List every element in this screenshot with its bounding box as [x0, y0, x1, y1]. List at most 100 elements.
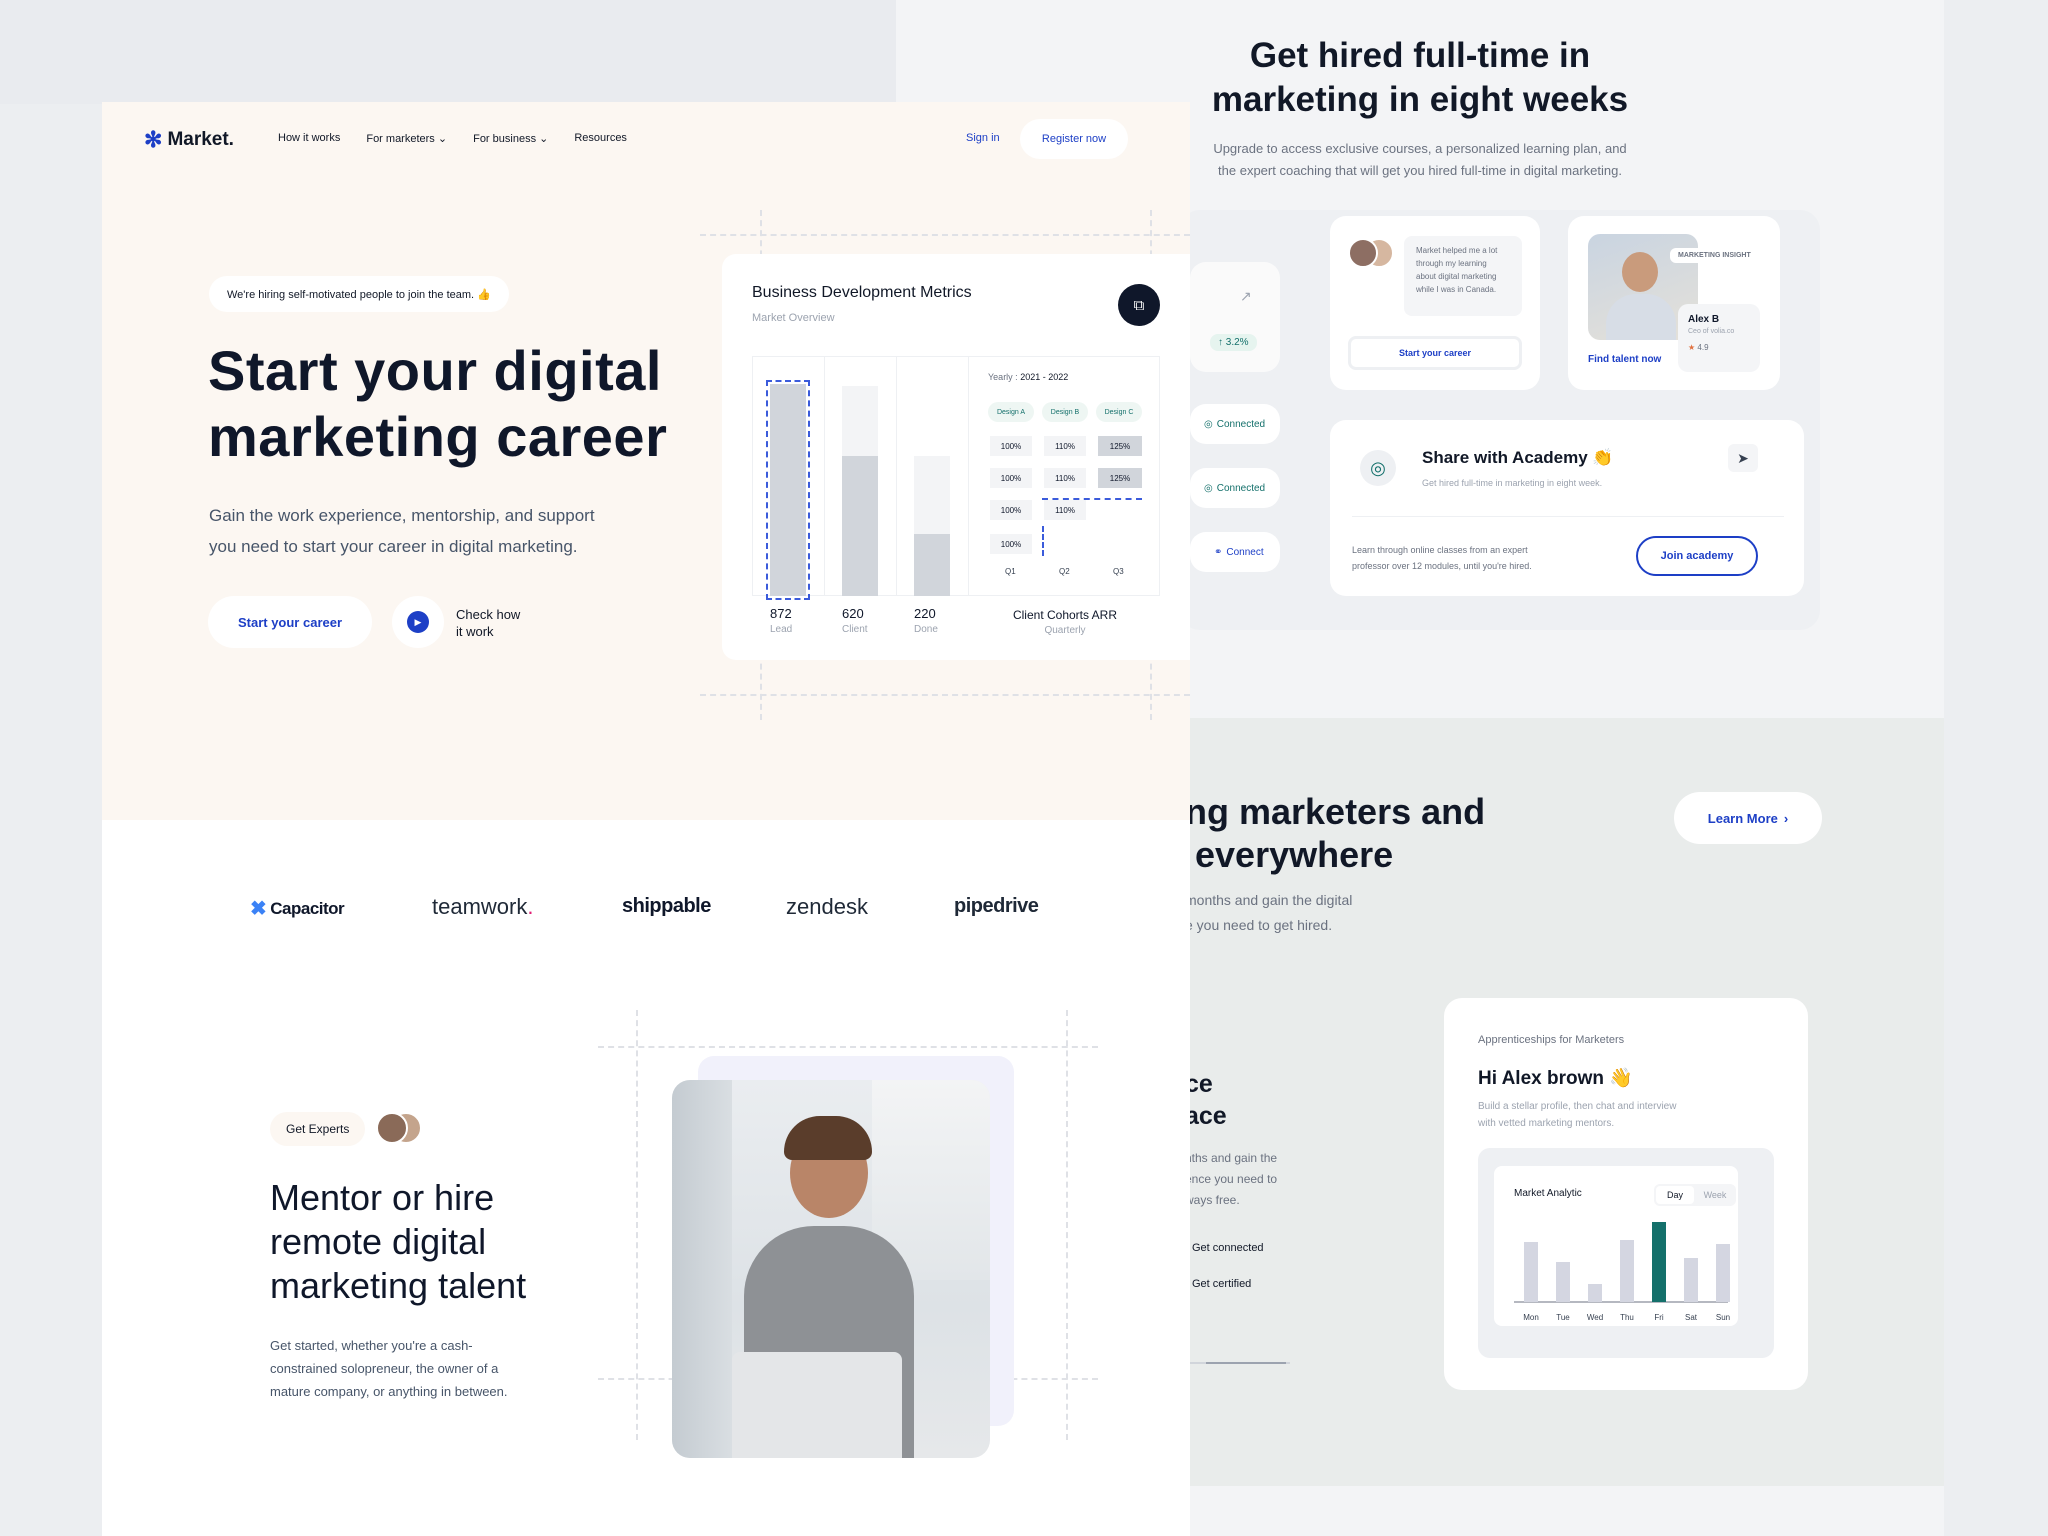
partial2-description: nths and gain the ence you need to ways … [1185, 1151, 1278, 1207]
growth-arrow-icon: ↗ [1240, 288, 1252, 304]
chart-tick-label: Thu [1620, 1313, 1634, 1322]
connect-row[interactable]: ⚭ Connect [1190, 532, 1280, 572]
mentor-description: Get started, whether you're a cash- cons… [270, 1338, 508, 1399]
growth-card [1190, 262, 1280, 372]
find-talent-link[interactable]: Find talent now [1588, 354, 1661, 365]
cohort-cell: 100% [990, 500, 1032, 520]
hero-title: Start your digital marketing career [208, 339, 668, 468]
link-icon: ⚭ [1214, 546, 1223, 558]
logo-capacitor: ✖ Capacitor [250, 898, 345, 920]
grid-line [1066, 1010, 1068, 1440]
grid-line [636, 1010, 638, 1440]
start-career-small-button[interactable]: Start your career [1348, 336, 1522, 370]
cohort-dashed-outline [1042, 526, 1096, 556]
logo-zendesk: zendesk [786, 894, 868, 919]
academy-divider [1352, 516, 1784, 517]
check-circle-icon: ◎ [1204, 482, 1213, 494]
chart-bar-thu [1620, 1240, 1634, 1302]
learn-more-button[interactable]: Learn More › [1674, 792, 1822, 844]
grid-line [700, 694, 1190, 696]
connected-row-1: ◎ Connected [1190, 404, 1280, 444]
nav-how-it-works[interactable]: How it works [278, 132, 340, 145]
sign-in-link[interactable]: Sign in [966, 132, 1000, 144]
metrics-frame-divider [896, 356, 897, 596]
cohort-cell: 100% [990, 468, 1032, 488]
metrics-frame-divider [824, 356, 825, 596]
quarter-q2: Q2 [1059, 567, 1070, 576]
hired-title: Get hired full-time in marketing in eigh… [1211, 36, 1629, 119]
lead-bar [766, 380, 810, 600]
hiring-badge: We're hiring self-motivated people to jo… [209, 276, 509, 312]
nav-resources[interactable]: Resources [574, 132, 627, 145]
hero-subtitle: Gain the work experience, mentorship, an… [209, 506, 595, 556]
nav-for-marketers[interactable]: For marketers ⌄ [366, 132, 447, 145]
chart-bar-wed [1588, 1284, 1602, 1302]
quarter-q1: Q1 [1005, 567, 1016, 576]
top-gray-band [0, 0, 900, 104]
join-academy-button[interactable]: Join academy [1636, 536, 1758, 576]
chart-tick-label: Sun [1716, 1313, 1730, 1322]
nav-for-business[interactable]: For business ⌄ [473, 132, 548, 145]
trend-chart-button[interactable]: ⧉ [1118, 284, 1160, 326]
year-label: Yearly : 2021 - 2022 [988, 372, 1069, 382]
tab-week[interactable]: Week [1696, 1186, 1734, 1204]
analytic-title: Market Analytic [1514, 1188, 1582, 1199]
marketing-insight-tag: MARKETING INSIGHT [1670, 248, 1759, 263]
chevron-right-icon: › [1783, 810, 1789, 826]
cohort-cell: 100% [990, 436, 1032, 456]
mentor-title: Mentor or hire remote digital marketing … [270, 1177, 527, 1306]
logo-teamwork: teamwork. [432, 894, 534, 919]
metrics-title: Business Development Metrics [752, 284, 972, 301]
apprentice-description: Build a stellar profile, then chat and i… [1478, 1101, 1677, 1129]
quarter-q3: Q3 [1113, 567, 1124, 576]
play-button[interactable]: ▶ [392, 596, 444, 648]
tab-day[interactable]: Day [1656, 1186, 1694, 1204]
main-nav: How it works For marketers ⌄ For busines… [278, 132, 627, 145]
star-icon: ★ [1688, 343, 1696, 352]
flower-logo-icon: ✻ [144, 127, 163, 152]
check-circle-icon: ◎ [1204, 418, 1213, 430]
chart-tick-label: Fri [1654, 1313, 1664, 1322]
section3-title: ng marketers and everywhere [1185, 791, 1486, 875]
capacitor-icon: ✖ [250, 898, 267, 920]
logo-shippable: shippable [622, 895, 711, 917]
metrics-frame-divider [968, 356, 969, 596]
academy-title: Share with Academy 👏 [1422, 448, 1614, 467]
stat-done: 220 Done [914, 606, 938, 635]
section3-description: months and gain the digital e you need t… [1185, 892, 1353, 933]
chart-tick-label: Tue [1556, 1313, 1570, 1322]
academy-description: Learn through online classes from an exp… [1352, 545, 1532, 571]
design-b-pill: Design B [1042, 402, 1088, 422]
profile-mini-card: Alex B Ceo of volia.co ★ 4.9 [1678, 304, 1760, 372]
cohort-label: Client Cohorts ARR Quarterly [1012, 608, 1118, 636]
avatar-group [1348, 238, 1396, 270]
progress-fill [1206, 1362, 1286, 1364]
chart-tick-label: Wed [1587, 1313, 1603, 1322]
avatar [376, 1112, 408, 1144]
apprentice-greeting: Hi Alex brown 👋 [1478, 1068, 1633, 1089]
apprentice-label: Apprenticeships for Marketers [1478, 1034, 1625, 1046]
profile-name: Alex B [1688, 314, 1720, 325]
chart-bar-fri [1652, 1222, 1666, 1302]
start-career-button[interactable]: Start your career [208, 596, 372, 648]
right-screen-footer [1190, 1486, 1944, 1536]
done-bar [914, 534, 950, 596]
chart-tick-label: Sat [1685, 1313, 1698, 1322]
logo[interactable]: ✻ Market. [144, 127, 234, 153]
stat-lead: 872 Lead [770, 606, 793, 635]
design-a-pill: Design A [988, 402, 1034, 422]
check-how-label[interactable]: Check how it work [456, 606, 520, 640]
grid-line [700, 234, 1190, 236]
chevron-down-icon: ⌄ [539, 133, 549, 145]
register-button[interactable]: Register now [1020, 119, 1128, 159]
market-analytic-chart: Mon Tue Wed Thu Fri Sat Sun [1514, 1222, 1730, 1322]
avatar [1348, 238, 1378, 268]
chart-bar-sun [1716, 1244, 1730, 1302]
send-icon[interactable]: ➤ [1728, 444, 1758, 472]
cohort-cell: 125% [1098, 436, 1142, 456]
academy-subtitle: Get hired full-time in marketing in eigh… [1422, 478, 1603, 488]
get-certified-item: Get certified [1192, 1278, 1252, 1290]
design-c-pill: Design C [1096, 402, 1142, 422]
connected-row-2: ◎ Connected [1190, 468, 1280, 508]
chart-bar-sat [1684, 1258, 1698, 1302]
